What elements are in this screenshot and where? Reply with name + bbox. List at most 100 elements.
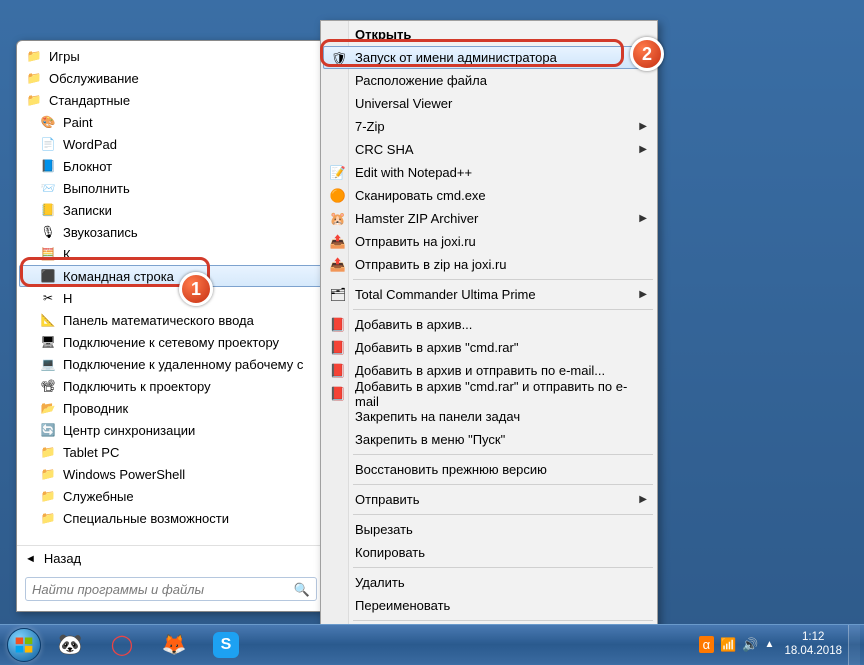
- tray-volume-icon[interactable]: 🔊: [742, 637, 758, 653]
- context-menu-item-icon: 📕: [329, 339, 347, 357]
- context-menu-item-label: Добавить в архив и отправить по e-mail..…: [355, 363, 605, 378]
- context-menu-item-label: Переименовать: [355, 598, 450, 613]
- start-menu-folder[interactable]: 📁Windows PowerShell: [19, 463, 323, 485]
- start-button[interactable]: [4, 625, 44, 665]
- tray-clock[interactable]: 1:12 18.04.2018: [784, 631, 842, 659]
- program-label: Н: [63, 291, 72, 306]
- context-menu-item[interactable]: 🗂Total Commander Ultima Prime▶: [323, 283, 655, 306]
- tray-time: 1:12: [784, 631, 842, 645]
- context-menu-item-icon: 📤: [329, 233, 347, 251]
- context-menu-item[interactable]: Восстановить прежнюю версию: [323, 458, 655, 481]
- context-menu-item[interactable]: 📤Отправить в zip на joxi.ru: [323, 253, 655, 276]
- tray-date: 18.04.2018: [784, 645, 842, 659]
- tray-network-icon[interactable]: 📶: [720, 637, 736, 653]
- program-label: WordPad: [63, 137, 117, 152]
- context-menu-item[interactable]: Закрепить в меню "Пуск": [323, 428, 655, 451]
- start-menu-program[interactable]: ✂Н: [19, 287, 323, 309]
- context-menu-item[interactable]: Отправить▶: [323, 488, 655, 511]
- back-button[interactable]: ◄ Назад: [17, 545, 325, 571]
- show-desktop-button[interactable]: [848, 625, 860, 665]
- context-menu-item[interactable]: CRC SHA▶: [323, 138, 655, 161]
- folder-icon: 📁: [39, 510, 57, 526]
- folder-icon: 📁: [25, 92, 43, 108]
- context-menu-item[interactable]: 🐹Hamster ZIP Archiver▶: [323, 207, 655, 230]
- program-icon: 📨: [39, 180, 57, 196]
- start-menu-program[interactable]: 🧮К: [19, 243, 323, 265]
- folder-icon: 📁: [39, 466, 57, 482]
- context-menu-separator: [353, 454, 653, 455]
- start-menu-program[interactable]: 📽Подключить к проектору: [19, 375, 323, 397]
- start-menu-program[interactable]: 📐Панель математического ввода: [19, 309, 323, 331]
- panda-icon: 🐼: [56, 631, 84, 659]
- context-menu-item-label: Закрепить на панели задач: [355, 409, 520, 424]
- context-menu-item-icon: 🛡: [330, 50, 348, 68]
- start-menu-program[interactable]: 📂 Проводник: [19, 397, 323, 419]
- start-menu-program[interactable]: 📒Записки: [19, 199, 323, 221]
- program-icon: 📂: [39, 400, 57, 416]
- start-menu-folder[interactable]: 📁Служебные: [19, 485, 323, 507]
- start-menu-folder[interactable]: 📁Обслуживание: [19, 67, 323, 89]
- program-icon: 💻: [39, 356, 57, 372]
- context-menu-separator: [353, 567, 653, 568]
- start-menu-folder[interactable]: 📁 Стандартные: [19, 89, 323, 111]
- context-menu-item[interactable]: 📕 Добавить в архив "cmd.rar": [323, 336, 655, 359]
- start-menu-program[interactable]: 📄WordPad: [19, 133, 323, 155]
- context-menu-item[interactable]: Копировать: [323, 541, 655, 564]
- context-menu-item[interactable]: Закрепить на панели задач: [323, 405, 655, 428]
- start-menu-program[interactable]: 📨Выполнить: [19, 177, 323, 199]
- program-icon: 🎨: [39, 114, 57, 130]
- context-menu-item[interactable]: Переименовать: [323, 594, 655, 617]
- context-menu-separator: [353, 620, 653, 621]
- context-menu-item[interactable]: Удалить: [323, 571, 655, 594]
- program-icon: 📒: [39, 202, 57, 218]
- start-menu-folder[interactable]: 📁Tablet PC: [19, 441, 323, 463]
- start-menu-folder[interactable]: 📁 Специальные возможности: [19, 507, 323, 529]
- context-menu-item[interactable]: 📕Добавить в архив...: [323, 313, 655, 336]
- start-menu-program[interactable]: 💻Подключение к удаленному рабочему с: [19, 353, 323, 375]
- taskbar-app-skype[interactable]: S: [201, 627, 251, 663]
- context-menu-item-icon: 📝: [329, 164, 347, 182]
- context-menu-item[interactable]: 📝Edit with Notepad++: [323, 161, 655, 184]
- taskbar: 🐼 ◯ 🦊 S α 📶 🔊 ▲ 1:12 18.04.2018: [0, 624, 864, 664]
- context-menu-item-icon: 🗂: [329, 286, 347, 304]
- context-menu-item[interactable]: 📕Добавить в архив "cmd.rar" и отправить …: [323, 382, 655, 405]
- context-menu-item-label: Universal Viewer: [355, 96, 452, 111]
- context-menu-item[interactable]: 📤Отправить на joxi.ru: [323, 230, 655, 253]
- context-menu-item[interactable]: 🟠Сканировать cmd.exe: [323, 184, 655, 207]
- context-menu-item[interactable]: Universal Viewer: [323, 92, 655, 115]
- program-label: Центр синхронизации: [63, 423, 195, 438]
- tray-chevron-icon[interactable]: ▲: [765, 639, 775, 650]
- start-menu-program[interactable]: 📘Блокнот: [19, 155, 323, 177]
- program-label: Блокнот: [63, 159, 112, 174]
- back-label: Назад: [44, 551, 81, 566]
- folder-label: Стандартные: [49, 93, 130, 108]
- context-menu-item-label: Восстановить прежнюю версию: [355, 462, 547, 477]
- taskbar-app-panda[interactable]: 🐼: [45, 627, 95, 663]
- program-label: Paint: [63, 115, 93, 130]
- program-label: Проводник: [63, 401, 128, 416]
- context-menu-item-label: 7-Zip: [355, 119, 385, 134]
- context-menu-item[interactable]: Открыть: [323, 23, 655, 46]
- start-menu-program[interactable]: 🎨 Paint: [19, 111, 323, 133]
- folder-label: Специальные возможности: [63, 511, 229, 526]
- start-menu-folder[interactable]: 📁Игры: [19, 45, 323, 67]
- start-menu-program[interactable]: ⬛Командная строка: [19, 265, 323, 287]
- start-menu-program[interactable]: 🖥Подключение к сетевому проектору: [19, 331, 323, 353]
- program-icon: 🧮: [39, 246, 57, 262]
- start-menu-program[interactable]: 🎙Звукозапись: [19, 221, 323, 243]
- search-input[interactable]: Найти программы и файлы 🔍: [25, 577, 317, 601]
- context-menu-item[interactable]: Расположение файла: [323, 69, 655, 92]
- context-menu-item[interactable]: 🛡Запуск от имени администратора: [323, 46, 655, 69]
- taskbar-app-opera[interactable]: ◯: [97, 627, 147, 663]
- context-menu-item-icon: 📤: [329, 256, 347, 274]
- opera-icon: ◯: [108, 631, 136, 659]
- context-menu-item-label: Добавить в архив "cmd.rar": [355, 340, 518, 355]
- context-menu-item[interactable]: Вырезать: [323, 518, 655, 541]
- start-menu-program[interactable]: 🔄Центр синхронизации: [19, 419, 323, 441]
- search-icon: 🔍: [294, 582, 310, 598]
- context-menu-item-icon: 📕: [329, 316, 347, 334]
- tray-avast-icon[interactable]: α: [699, 636, 715, 653]
- taskbar-app-firefox[interactable]: 🦊: [149, 627, 199, 663]
- start-menu: 📁Игры📁Обслуживание 📁 Стандартные 🎨 Paint 📄Wo…: [16, 40, 326, 612]
- context-menu-item[interactable]: 7-Zip▶: [323, 115, 655, 138]
